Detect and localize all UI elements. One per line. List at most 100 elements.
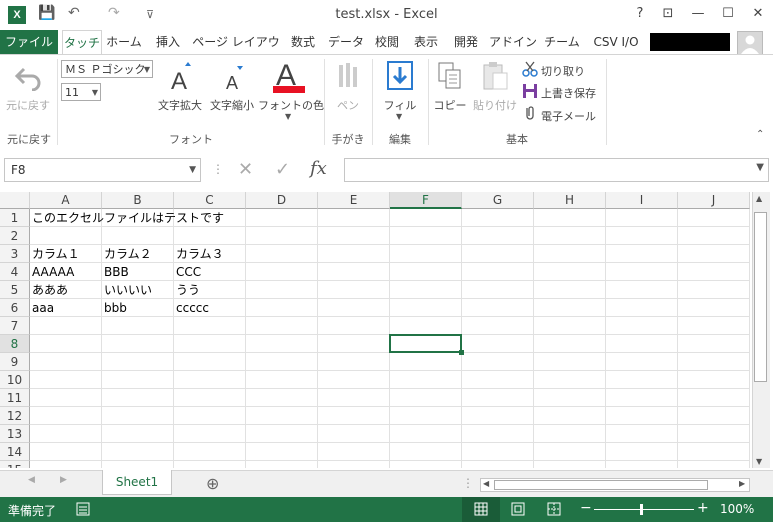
cell-h2[interactable]: [534, 227, 606, 245]
cell-j12[interactable]: [678, 407, 750, 425]
tab-page-layout[interactable]: ページ レイアウト: [192, 30, 280, 73]
help-button[interactable]: ?: [628, 4, 652, 24]
cell-c9[interactable]: [174, 353, 246, 371]
cell-e6[interactable]: [318, 299, 390, 317]
cell-j4[interactable]: [678, 263, 750, 281]
tab-splitter-icon[interactable]: ⋮: [462, 476, 474, 490]
cell-d5[interactable]: [246, 281, 318, 299]
cell-c5[interactable]: うう: [174, 281, 246, 299]
select-all-corner[interactable]: [0, 192, 30, 209]
cell-h10[interactable]: [534, 371, 606, 389]
scroll-right-icon[interactable]: ▶: [739, 479, 745, 488]
shrink-font-icon[interactable]: A: [223, 65, 247, 95]
cell-h12[interactable]: [534, 407, 606, 425]
cell-b9[interactable]: [102, 353, 174, 371]
sheet-tab-sheet1[interactable]: Sheet1: [102, 470, 172, 495]
active-cell-outline[interactable]: [389, 334, 462, 353]
cell-h1[interactable]: [534, 209, 606, 227]
cell-a6[interactable]: aaa: [30, 299, 102, 317]
cell-g1[interactable]: [462, 209, 534, 227]
row-header-15[interactable]: 15: [0, 461, 30, 468]
cell-f3[interactable]: [390, 245, 462, 263]
page-break-view-icon[interactable]: [546, 502, 562, 516]
column-header-h[interactable]: H: [534, 192, 606, 209]
cell-c6[interactable]: ccccc: [174, 299, 246, 317]
cell-i8[interactable]: [606, 335, 678, 353]
row-header-6[interactable]: 6: [0, 299, 30, 317]
cell-e9[interactable]: [318, 353, 390, 371]
cell-h15[interactable]: [534, 461, 606, 468]
cell-d14[interactable]: [246, 443, 318, 461]
paste-icon[interactable]: [481, 61, 509, 93]
chevron-down-icon[interactable]: ▼: [285, 112, 291, 121]
cell-b15[interactable]: [102, 461, 174, 468]
zoom-slider-thumb[interactable]: [640, 504, 643, 515]
cell-h14[interactable]: [534, 443, 606, 461]
cell-i6[interactable]: [606, 299, 678, 317]
font-name-select[interactable]: ＭＳ Ｐゴシック ▼: [61, 60, 153, 78]
tab-review[interactable]: 校閲: [370, 30, 404, 54]
cell-a5[interactable]: あああ: [30, 281, 102, 299]
cell-a7[interactable]: [30, 317, 102, 335]
cell-f12[interactable]: [390, 407, 462, 425]
cell-b13[interactable]: [102, 425, 174, 443]
cell-a12[interactable]: [30, 407, 102, 425]
row-header-5[interactable]: 5: [0, 281, 30, 299]
grow-font-icon[interactable]: A: [167, 61, 193, 95]
row-header-8[interactable]: 8: [0, 335, 30, 353]
cell-e2[interactable]: [318, 227, 390, 245]
scroll-left-icon[interactable]: ◀: [483, 479, 489, 488]
collapse-ribbon-icon[interactable]: ⌃: [756, 129, 764, 140]
row-header-11[interactable]: 11: [0, 389, 30, 407]
cell-i11[interactable]: [606, 389, 678, 407]
enter-icon[interactable]: ✓: [275, 159, 290, 180]
scissors-icon[interactable]: [522, 61, 538, 77]
cell-j10[interactable]: [678, 371, 750, 389]
row-header-13[interactable]: 13: [0, 425, 30, 443]
cell-d11[interactable]: [246, 389, 318, 407]
cell-h11[interactable]: [534, 389, 606, 407]
cell-a11[interactable]: [30, 389, 102, 407]
column-header-f[interactable]: F: [390, 192, 462, 209]
cell-g5[interactable]: [462, 281, 534, 299]
close-button[interactable]: ✕: [746, 4, 770, 24]
font-size-select[interactable]: 11 ▼: [61, 83, 101, 101]
attachment-icon[interactable]: [522, 105, 538, 121]
cell-c2[interactable]: [174, 227, 246, 245]
cell-c11[interactable]: [174, 389, 246, 407]
fill-handle[interactable]: [459, 350, 464, 355]
cell-e7[interactable]: [318, 317, 390, 335]
cell-d12[interactable]: [246, 407, 318, 425]
cell-f6[interactable]: [390, 299, 462, 317]
cell-g8[interactable]: [462, 335, 534, 353]
cell-d10[interactable]: [246, 371, 318, 389]
cell-f10[interactable]: [390, 371, 462, 389]
cell-c12[interactable]: [174, 407, 246, 425]
cell-b7[interactable]: [102, 317, 174, 335]
cell-f9[interactable]: [390, 353, 462, 371]
cell-a14[interactable]: [30, 443, 102, 461]
cell-h8[interactable]: [534, 335, 606, 353]
add-sheet-icon[interactable]: ⊕: [206, 474, 219, 493]
cell-b14[interactable]: [102, 443, 174, 461]
fill-down-icon[interactable]: [387, 61, 413, 91]
cell-h9[interactable]: [534, 353, 606, 371]
cell-d8[interactable]: [246, 335, 318, 353]
scroll-up-icon[interactable]: ▲: [756, 194, 762, 203]
pen-icon[interactable]: [336, 61, 360, 93]
cell-g11[interactable]: [462, 389, 534, 407]
row-header-4[interactable]: 4: [0, 263, 30, 281]
cell-e8[interactable]: [318, 335, 390, 353]
tab-formulas[interactable]: 数式: [284, 30, 322, 54]
cancel-icon[interactable]: ✕: [238, 159, 253, 180]
cell-e12[interactable]: [318, 407, 390, 425]
undo-button[interactable]: 元に戻す: [4, 97, 52, 113]
cell-i12[interactable]: [606, 407, 678, 425]
copy-icon[interactable]: [437, 61, 465, 93]
overwrite-save-button[interactable]: 上書き保存: [541, 85, 596, 101]
cell-c3[interactable]: カラム３: [174, 245, 246, 263]
cell-e13[interactable]: [318, 425, 390, 443]
row-header-7[interactable]: 7: [0, 317, 30, 335]
account-name-redacted[interactable]: [650, 33, 730, 51]
name-box[interactable]: F8 ▼: [4, 158, 201, 182]
